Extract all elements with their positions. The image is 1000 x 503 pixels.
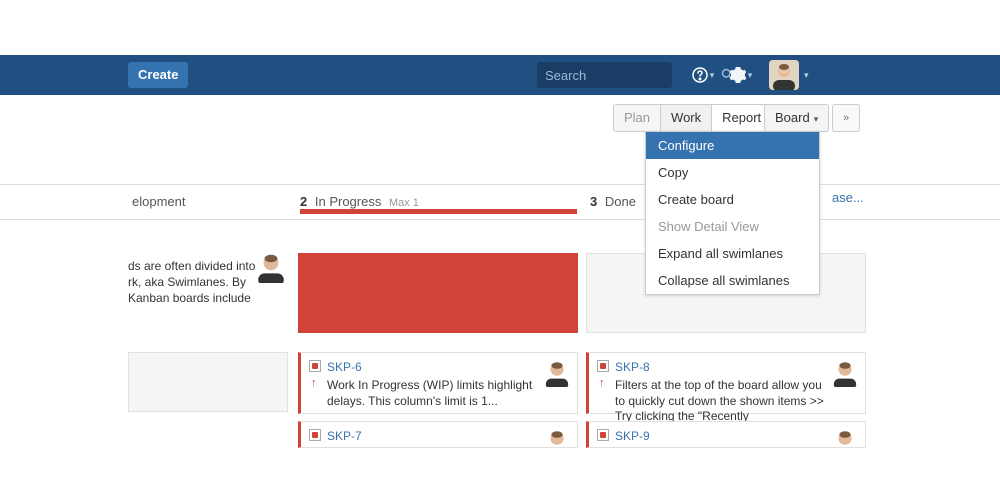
issue-card[interactable]: SKP-8 ↑ Filters at the top of the board … <box>586 352 866 414</box>
caret-down-icon: ▾ <box>710 70 715 81</box>
menu-show-detail: Show Detail View <box>646 213 819 240</box>
issue-type-icon <box>309 360 321 372</box>
priority-icon: ↑ <box>311 377 317 389</box>
assignee-avatar[interactable] <box>543 428 571 448</box>
column-header: elopment <box>128 185 185 219</box>
column-cell <box>128 352 288 412</box>
priority-icon: ↑ <box>599 377 605 389</box>
column-max: Max 1 <box>389 197 419 209</box>
gear-icon[interactable]: ▾ <box>728 62 754 88</box>
issue-summary: Work In Progress (WIP) limits highlight … <box>327 378 537 409</box>
column-count: 2 <box>300 194 307 209</box>
board-dropdown-menu: Configure Copy Create board Show Detail … <box>645 131 820 295</box>
assignee-avatar[interactable] <box>831 359 859 387</box>
issue-card[interactable]: SKP-9 <box>586 421 866 448</box>
board-mode-tabs: Plan Work Report <box>613 104 772 132</box>
column-name: In Progress <box>315 194 381 209</box>
issue-summary: Filters at the top of the board allow yo… <box>615 378 825 425</box>
issue-key[interactable]: SKP-6 <box>327 360 362 374</box>
menu-create-board[interactable]: Create board <box>646 186 819 213</box>
column-cell-overlimit <box>298 253 578 333</box>
wip-overflow-indicator <box>300 209 577 214</box>
issue-type-icon <box>597 429 609 441</box>
caret-down-icon: ▾ <box>814 114 819 124</box>
collapse-sidebar-button[interactable]: » <box>832 104 860 132</box>
issue-key[interactable]: SKP-7 <box>327 429 362 443</box>
tab-plan: Plan <box>614 105 661 131</box>
release-link[interactable]: ase... <box>832 190 864 205</box>
menu-copy[interactable]: Copy <box>646 159 819 186</box>
board-dropdown-label: Board <box>775 110 810 125</box>
assignee-avatar[interactable] <box>831 428 859 448</box>
search-box[interactable] <box>537 62 672 88</box>
caret-down-icon: ▾ <box>804 70 809 81</box>
assignee-avatar[interactable] <box>255 251 287 283</box>
issue-type-icon <box>597 360 609 372</box>
menu-collapse-swimlanes[interactable]: Collapse all swimlanes <box>646 267 819 294</box>
issue-card[interactable]: SKP-6 ↑ Work In Progress (WIP) limits hi… <box>298 352 578 414</box>
help-icon[interactable]: ▾ <box>690 62 716 88</box>
tab-report[interactable]: Report <box>712 105 771 131</box>
tab-work[interactable]: Work <box>661 105 712 131</box>
board-dropdown-button[interactable]: Board ▾ <box>764 104 829 132</box>
menu-expand-swimlanes[interactable]: Expand all swimlanes <box>646 240 819 267</box>
column-count: 3 <box>590 194 597 209</box>
column-name: elopment <box>132 194 185 209</box>
issue-key[interactable]: SKP-8 <box>615 360 650 374</box>
column-header: 3 Done <box>590 185 636 219</box>
issue-key[interactable]: SKP-9 <box>615 429 650 443</box>
create-button[interactable]: Create <box>128 62 188 88</box>
assignee-avatar[interactable] <box>543 359 571 387</box>
column-name: Done <box>605 194 636 209</box>
menu-configure[interactable]: Configure <box>646 132 819 159</box>
issue-type-icon <box>309 429 321 441</box>
user-avatar[interactable] <box>769 60 799 90</box>
caret-down-icon: ▾ <box>748 70 753 81</box>
issue-card[interactable]: SKP-7 <box>298 421 578 448</box>
